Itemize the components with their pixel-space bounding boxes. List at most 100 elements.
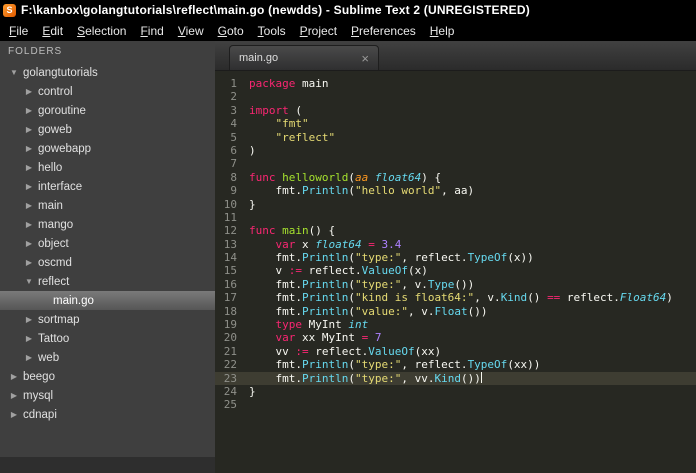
line-content: var x float64 = 3.4 bbox=[275, 237, 402, 251]
file-item-main-go[interactable]: main.go bbox=[0, 291, 215, 310]
code-line-4[interactable]: 4 "fmt" bbox=[215, 117, 696, 130]
code-line-13[interactable]: 13 var x float64 = 3.4 bbox=[215, 238, 696, 251]
code-line-5[interactable]: 5 "reflect" bbox=[215, 131, 696, 144]
code-line-23[interactable]: 23 fmt.Println("type:", vv.Kind()) bbox=[215, 371, 696, 385]
code-line-22[interactable]: 22 fmt.Println("type:", reflect.TypeOf(x… bbox=[215, 358, 696, 371]
line-content: import ( bbox=[249, 103, 302, 117]
line-content: type MyInt int bbox=[275, 318, 369, 332]
tree-item-label: main bbox=[38, 199, 63, 212]
expand-arrow-icon[interactable]: ▶ bbox=[23, 334, 35, 343]
code-line-20[interactable]: 20 var xx MyInt = 7 bbox=[215, 331, 696, 344]
menu-item-help[interactable]: Help bbox=[423, 22, 462, 40]
code-line-7[interactable]: 7 bbox=[215, 157, 696, 170]
code-line-16[interactable]: 16 fmt.Println("type:", v.Type()) bbox=[215, 278, 696, 291]
folder-item-gowebapp[interactable]: ▶ gowebapp bbox=[0, 139, 215, 158]
expand-arrow-icon[interactable]: ▶ bbox=[23, 353, 35, 362]
line-number: 4 bbox=[230, 117, 237, 131]
expand-arrow-icon[interactable]: ▶ bbox=[23, 87, 35, 96]
folder-item-cdnapi[interactable]: ▶ cdnapi bbox=[0, 405, 215, 424]
expand-arrow-icon[interactable]: ▶ bbox=[23, 125, 35, 134]
code-line-21[interactable]: 21 vv := reflect.ValueOf(xx) bbox=[215, 345, 696, 358]
tree-item-label: interface bbox=[38, 180, 83, 193]
expand-arrow-icon[interactable]: ▶ bbox=[23, 144, 35, 153]
code-line-19[interactable]: 19 type MyInt int bbox=[215, 318, 696, 331]
folders-header: FOLDERS bbox=[8, 46, 63, 57]
expand-arrow-icon[interactable]: ▶ bbox=[8, 391, 20, 400]
folder-item-mysql[interactable]: ▶ mysql bbox=[0, 386, 215, 405]
expand-arrow-icon[interactable]: ▶ bbox=[23, 182, 35, 191]
folder-item-goweb[interactable]: ▶ goweb bbox=[0, 120, 215, 139]
line-content: "reflect" bbox=[275, 130, 336, 144]
tree-item-label: Tattoo bbox=[38, 332, 70, 345]
menu-item-edit[interactable]: Edit bbox=[35, 22, 70, 40]
expand-arrow-icon[interactable]: ▶ bbox=[23, 201, 35, 210]
code-line-10[interactable]: 10} bbox=[215, 198, 696, 211]
line-content: fmt.Println("hello world", aa) bbox=[249, 184, 475, 198]
line-content: fmt.Println("type:", v.Type()) bbox=[249, 277, 475, 291]
code-editor[interactable]: 1 package main 2 3 import (4 "fmt" 5 "reflect… bbox=[215, 71, 696, 473]
code-line-6[interactable]: 6) bbox=[215, 144, 696, 157]
folder-tree[interactable]: ▼ golangtutorials ▶ control ▶ goroutine ▶ goweb… bbox=[0, 63, 215, 457]
tree-item-label: gowebapp bbox=[38, 142, 92, 155]
expand-arrow-icon[interactable]: ▶ bbox=[8, 372, 20, 381]
expand-arrow-icon[interactable]: ▶ bbox=[23, 239, 35, 248]
sidebar-scrollbar-track[interactable] bbox=[0, 457, 215, 473]
folder-item-control[interactable]: ▶ control bbox=[0, 82, 215, 101]
tab-close-icon[interactable]: × bbox=[361, 52, 369, 65]
line-number: 8 bbox=[230, 170, 237, 184]
folder-item-golangtutorials[interactable]: ▼ golangtutorials bbox=[0, 63, 215, 82]
code-line-9[interactable]: 9 fmt.Println("hello world", aa) bbox=[215, 184, 696, 197]
code-line-14[interactable]: 14 fmt.Println("type:", reflect.TypeOf(x… bbox=[215, 251, 696, 264]
menu-item-find[interactable]: Find bbox=[133, 22, 170, 40]
code-line-3[interactable]: 3 import ( bbox=[215, 104, 696, 117]
menu-item-view[interactable]: View bbox=[171, 22, 211, 40]
folder-item-mango[interactable]: ▶ mango bbox=[0, 215, 215, 234]
expand-arrow-icon[interactable]: ▶ bbox=[23, 106, 35, 115]
code-line-8[interactable]: 8 func helloworld(aa float64) { bbox=[215, 171, 696, 184]
code-line-15[interactable]: 15 v := reflect.ValueOf(x) bbox=[215, 264, 696, 277]
collapse-arrow-icon[interactable]: ▼ bbox=[23, 277, 35, 286]
line-content: func main() { bbox=[249, 224, 336, 238]
menu-item-project[interactable]: Project bbox=[293, 22, 344, 40]
code-line-2[interactable]: 2 bbox=[215, 90, 696, 103]
folder-item-oscmd[interactable]: ▶ oscmd bbox=[0, 253, 215, 272]
tree-item-label: web bbox=[38, 351, 60, 364]
expand-arrow-icon[interactable]: ▶ bbox=[23, 220, 35, 229]
code-line-24[interactable]: 24} bbox=[215, 385, 696, 398]
menu-item-tools[interactable]: Tools bbox=[251, 22, 293, 40]
folder-item-interface[interactable]: ▶ interface bbox=[0, 177, 215, 196]
folder-item-goroutine[interactable]: ▶ goroutine bbox=[0, 101, 215, 120]
code-line-11[interactable]: 11 bbox=[215, 211, 696, 224]
menu-item-file[interactable]: File bbox=[2, 22, 35, 40]
editor-area: main.go × 1 package main 2 3 import (4 "fmt"… bbox=[215, 41, 696, 473]
expand-arrow-icon[interactable]: ▶ bbox=[23, 315, 35, 324]
line-number: 19 bbox=[223, 318, 237, 332]
folder-item-reflect[interactable]: ▼ reflect bbox=[0, 272, 215, 291]
folder-item-sortmap[interactable]: ▶ sortmap bbox=[0, 310, 215, 329]
code-line-18[interactable]: 18 fmt.Println("value:", v.Float()) bbox=[215, 305, 696, 318]
tab-main-go[interactable]: main.go × bbox=[229, 45, 379, 70]
code-line-25[interactable]: 25 bbox=[215, 398, 696, 411]
menu-item-preferences[interactable]: Preferences bbox=[344, 22, 423, 40]
titlebar[interactable]: S F:\kanbox\golangtutorials\reflect\main… bbox=[0, 0, 696, 20]
tree-item-label: cdnapi bbox=[23, 408, 57, 421]
folder-item-web[interactable]: ▶ web bbox=[0, 348, 215, 367]
folder-item-beego[interactable]: ▶ beego bbox=[0, 367, 215, 386]
line-number: 23 bbox=[223, 371, 237, 385]
menu-item-selection[interactable]: Selection bbox=[70, 22, 133, 40]
line-number: 25 bbox=[223, 398, 237, 412]
code-line-12[interactable]: 12 func main() { bbox=[215, 224, 696, 237]
collapse-arrow-icon[interactable]: ▼ bbox=[8, 68, 20, 77]
expand-arrow-icon[interactable]: ▶ bbox=[8, 410, 20, 419]
folder-item-tattoo[interactable]: ▶ Tattoo bbox=[0, 329, 215, 348]
menu-item-goto[interactable]: Goto bbox=[211, 22, 251, 40]
tree-item-label: object bbox=[38, 237, 69, 250]
folder-item-object[interactable]: ▶ object bbox=[0, 234, 215, 253]
expand-arrow-icon[interactable]: ▶ bbox=[23, 163, 35, 172]
expand-arrow-icon[interactable]: ▶ bbox=[23, 258, 35, 267]
folder-item-main[interactable]: ▶ main bbox=[0, 196, 215, 215]
line-content: var xx MyInt = 7 bbox=[275, 331, 382, 345]
code-line-17[interactable]: 17 fmt.Println("kind is float64:", v.Kin… bbox=[215, 291, 696, 304]
code-line-1[interactable]: 1 package main bbox=[215, 77, 696, 90]
folder-item-hello[interactable]: ▶ hello bbox=[0, 158, 215, 177]
